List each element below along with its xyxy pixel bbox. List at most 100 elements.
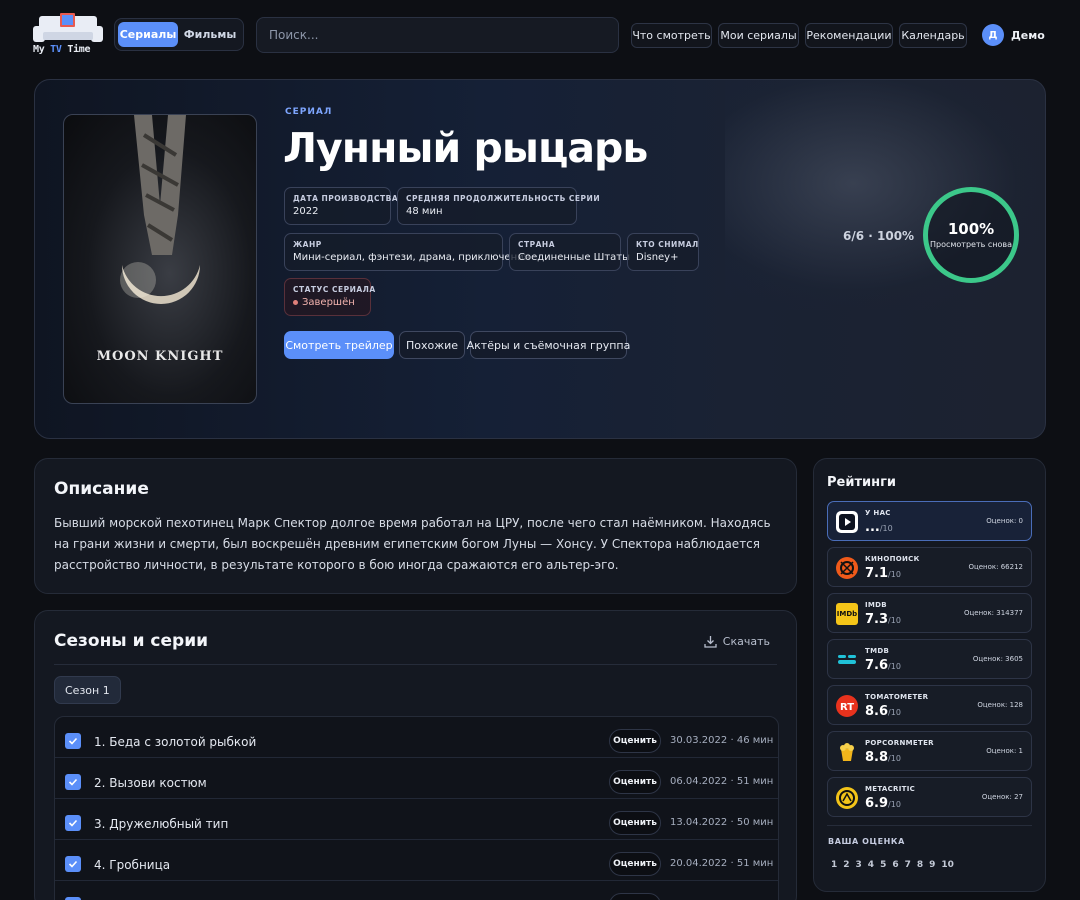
chip-value: Disney+ (636, 252, 679, 263)
rating-imdb[interactable]: IMDb IMDB 7.3/10 Оценок: 314377 (827, 593, 1032, 633)
rating-votes: Оценок: 0 (986, 517, 1023, 525)
user-menu[interactable]: Д Демо (982, 24, 1045, 46)
list-item: 3. Дружелюбный тип Оценить 13.04.2022 · … (55, 799, 778, 840)
rating-source: METACRITIC (865, 785, 916, 793)
check-icon (68, 737, 78, 745)
watch-trailer-button[interactable]: Смотреть трейлер (284, 331, 394, 359)
popcorn-icon (836, 741, 858, 763)
rating-score: 8.8/10 (865, 750, 901, 765)
rating-option[interactable]: 4 (868, 860, 874, 870)
watched-checkbox[interactable] (65, 774, 81, 790)
rate-episode-button[interactable] (609, 893, 661, 900)
rating-source: POPCORNMETER (865, 739, 934, 747)
genre-chip: Жанр Мини-сериал, фэнтези, драма, приклю… (284, 233, 530, 271)
avatar: Д (982, 24, 1004, 46)
logo[interactable]: My TV Time (33, 12, 103, 58)
chip-label: Жанр (293, 240, 322, 249)
rate-episode-button[interactable]: Оценить (609, 770, 661, 794)
rate-episode-button[interactable]: Оценить (609, 852, 661, 876)
rating-option[interactable]: 6 (892, 860, 898, 870)
chip-value: Мини-сериал, фэнтези, драма, приключения (293, 252, 530, 263)
status-dot-icon (293, 299, 298, 305)
episode-meta: 20.04.2022 · 51 мин (670, 858, 774, 869)
rating-source: У НАС (865, 509, 891, 517)
rating-option[interactable]: 8 (917, 860, 923, 870)
rating-score: .../10 (865, 520, 893, 535)
movies-tab[interactable]: Фильмы (180, 22, 240, 47)
metacritic-icon (836, 787, 858, 809)
poster-image: MOON KNIGHT (63, 114, 257, 404)
rating-votes: Оценок: 27 (981, 793, 1023, 801)
check-icon (68, 778, 78, 786)
watched-checkbox[interactable] (65, 733, 81, 749)
rating-option[interactable]: 10 (941, 860, 954, 870)
rating-option[interactable]: 5 (880, 860, 886, 870)
logo-text: My TV Time (33, 44, 91, 55)
ratings-card: Рейтинги У НАС .../10 Оценок: 0 КИНОПОИС… (813, 458, 1046, 892)
watched-checkbox[interactable] (65, 815, 81, 831)
rating-popcornmeter[interactable]: POPCORNMETER 8.8/10 Оценок: 1 (827, 731, 1032, 771)
rating-option[interactable]: 3 (856, 860, 862, 870)
seasons-card: Сезоны и серии Скачать Сезон 1 1. Беда с… (34, 610, 797, 900)
rating-score: 7.3/10 (865, 612, 901, 627)
series-tab[interactable]: Сериалы (118, 22, 178, 47)
rating-source: TMDB (865, 647, 890, 655)
seasons-heading: Сезоны и серии (54, 631, 209, 651)
rating-source: TOMATOMETER (865, 693, 929, 701)
rating-tmdb[interactable]: TMDB 7.6/10 Оценок: 3605 (827, 639, 1032, 679)
rewatch-progress-ring[interactable]: 100% Просмотреть снова (923, 187, 1019, 283)
chip-value: 2022 (293, 206, 319, 217)
tab-season-1[interactable]: Сезон 1 (54, 676, 121, 704)
chip-label: Дата производства (293, 194, 399, 203)
nav-what-to-watch[interactable]: Что смотреть (631, 23, 712, 48)
download-label: Скачать (722, 635, 770, 648)
ratings-heading: Рейтинги (827, 475, 896, 490)
rating-votes: Оценок: 314377 (964, 609, 1023, 617)
episode-title: 4. Гробница (94, 858, 171, 872)
rating-option[interactable]: 1 (831, 860, 837, 870)
rating-ours[interactable]: У НАС .../10 Оценок: 0 (827, 501, 1032, 541)
play-icon (836, 511, 858, 533)
watched-checkbox[interactable] (65, 856, 81, 872)
rating-score: 8.6/10 (865, 704, 901, 719)
rating-option[interactable]: 9 (929, 860, 935, 870)
search-input[interactable] (256, 17, 619, 53)
rating-source: КИНОПОИСК (865, 555, 920, 563)
cast-crew-button[interactable]: Актёры и съёмочная группа (467, 331, 630, 359)
svg-text:RT: RT (840, 702, 854, 713)
chip-value: Соединенные Штаты (518, 252, 631, 263)
rating-option[interactable]: 7 (905, 860, 911, 870)
check-icon (68, 860, 78, 868)
rate-episode-button[interactable]: Оценить (609, 729, 661, 753)
nav-recommendations[interactable]: Рекомендации (805, 23, 893, 48)
studio-chip: Кто снимал Disney+ (627, 233, 699, 271)
similar-button[interactable]: Похожие (399, 331, 465, 359)
rating-metacritic[interactable]: METACRITIC 6.9/10 Оценок: 27 (827, 777, 1032, 817)
chip-label: Страна (518, 240, 556, 249)
production-date-chip: Дата производства 2022 (284, 187, 399, 225)
country-chip: Страна Соединенные Штаты (509, 233, 631, 271)
ring-percent: 100% (947, 220, 995, 238)
rating-score: 7.1/10 (865, 566, 901, 581)
list-item: 1. Беда с золотой рыбкой Оценить 30.03.2… (55, 717, 778, 758)
rating-kinopoisk[interactable]: КИНОПОИСК 7.1/10 Оценок: 66212 (827, 547, 1032, 587)
rating-option[interactable]: 2 (843, 860, 849, 870)
description-heading: Описание (54, 479, 149, 499)
list-item: 4. Гробница Оценить 20.04.2022 · 51 мин (55, 840, 778, 881)
rating-votes: Оценок: 3605 (972, 655, 1023, 663)
status-chip: Статус сериала Завершён (284, 278, 376, 316)
download-button[interactable]: Скачать (704, 635, 770, 648)
your-rating-label: ВАША ОЦЕНКА (828, 837, 905, 846)
nav-calendar[interactable]: Календарь (899, 23, 967, 48)
rating-score: 7.6/10 (865, 658, 901, 673)
rating-score: 6.9/10 (865, 796, 901, 811)
rating-votes: Оценок: 66212 (968, 563, 1023, 571)
rate-episode-button[interactable]: Оценить (609, 811, 661, 835)
rating-tomatometer[interactable]: RT TOMATOMETER 8.6/10 Оценок: 128 (827, 685, 1032, 725)
status-badge: Завершён (293, 297, 362, 308)
rating-votes: Оценок: 128 (977, 701, 1023, 709)
chip-label: Средняя продолжительность серии (406, 194, 601, 203)
nav-my-series[interactable]: Мои сериалы (718, 23, 799, 48)
poster-title: MOON KNIGHT (96, 349, 224, 364)
chip-label: Статус сериала (293, 285, 376, 294)
